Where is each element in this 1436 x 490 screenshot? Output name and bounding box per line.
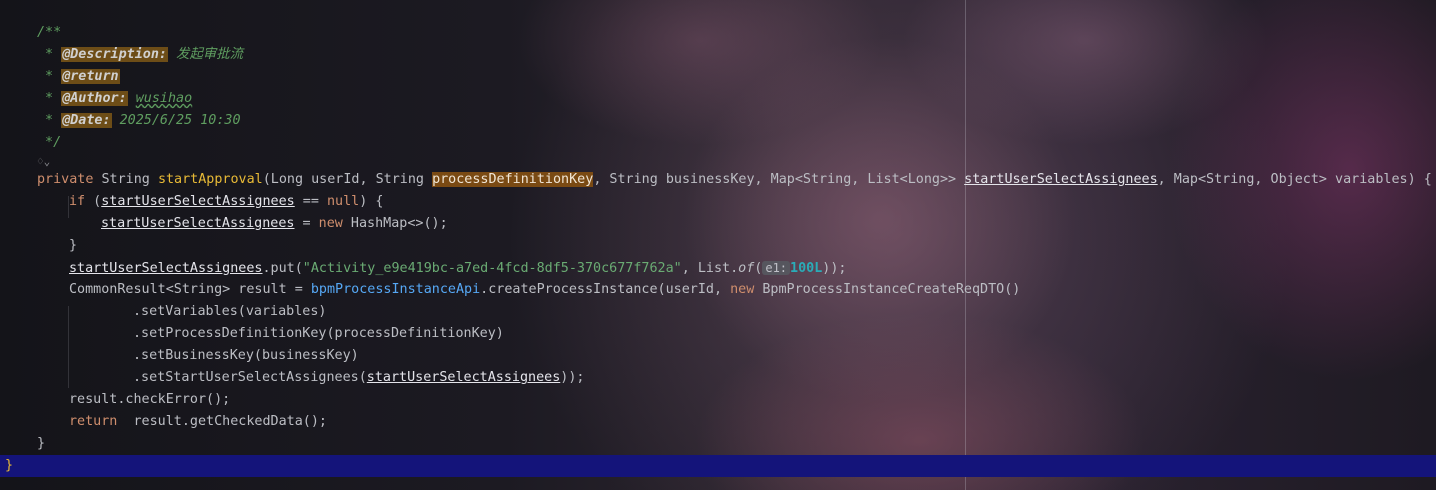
indent-guide	[68, 306, 69, 388]
doc-tag: @return	[61, 69, 120, 84]
right-margin-guide	[965, 0, 966, 490]
doc-tag: @Author:	[61, 91, 128, 106]
code-line: if (startUserSelectAssignees == null) {	[69, 194, 384, 209]
doc-comment-line: */	[37, 135, 62, 150]
code-line: }	[69, 238, 78, 253]
code-line: CommonResult<String> result = bpmProcess…	[69, 282, 1021, 297]
code-line: .setProcessDefinitionKey(processDefiniti…	[133, 326, 504, 341]
method-signature-line: private String startApproval(Long userId…	[37, 172, 1436, 187]
code-line: }	[37, 436, 46, 451]
highlighted-param: processDefinitionKey	[432, 172, 594, 187]
inlay-hint: e1:	[762, 261, 791, 275]
doc-comment-line: * @Date: 2025/6/25 10:30	[37, 113, 241, 128]
code-editor[interactable]: /** * @Description: 发起审批流 * @return * @A…	[0, 0, 1436, 490]
field-reference: bpmProcessInstanceApi	[310, 282, 481, 297]
current-line-highlight	[0, 455, 1436, 477]
string-literal: "Activity_e9e419bc-a7ed-4fcd-8df5-370c67…	[302, 261, 682, 276]
code-line: return result.getCheckedData();	[69, 414, 327, 429]
doc-comment-line: * @Description: 发起审批流	[37, 47, 244, 62]
code-line: result.checkError();	[69, 392, 231, 407]
number-literal: 100L	[790, 261, 823, 276]
spellcheck-word: wusihao	[135, 91, 193, 106]
method-name: startApproval	[157, 172, 263, 187]
code-line: startUserSelectAssignees = new HashMap<>…	[101, 216, 448, 231]
doc-tag: @Description:	[61, 47, 168, 62]
doc-comment-line: * @Author: wusihao	[37, 91, 193, 106]
param-reference: startUserSelectAssignees	[964, 172, 1158, 187]
code-line: startUserSelectAssignees.put("Activity_e…	[69, 261, 847, 276]
code-line: .setBusinessKey(businessKey)	[133, 348, 359, 363]
doc-tag: @Date:	[61, 113, 112, 128]
doc-comment-line: * @return	[37, 69, 120, 84]
code-line: .setVariables(variables)	[133, 304, 327, 319]
code-line: .setStartUserSelectAssignees(startUserSe…	[133, 370, 585, 385]
class-closing-brace: }	[5, 458, 14, 473]
doc-comment-line: /**	[37, 25, 62, 40]
